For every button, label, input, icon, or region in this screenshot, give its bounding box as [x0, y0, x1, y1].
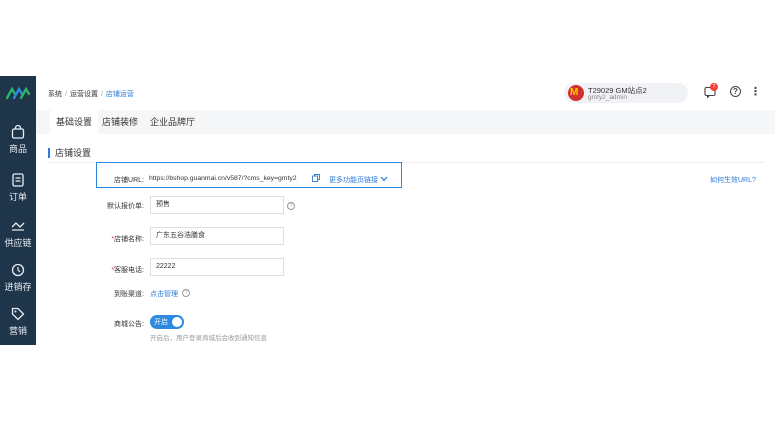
help-button[interactable]: ? — [730, 86, 741, 97]
shop-name-label: *店铺名称: — [111, 236, 144, 243]
sidebar-item-goods[interactable]: 商品 — [0, 124, 36, 160]
more-page-links-label: 更多功能页链接 — [329, 177, 378, 184]
tab-shop-decoration[interactable]: 店铺装修 — [96, 110, 144, 134]
copy-icon[interactable] — [312, 174, 320, 182]
order-icon — [12, 173, 24, 187]
tab-basic-settings[interactable]: 基础设置 — [50, 110, 99, 134]
shop-url-label: 店铺URL: — [114, 177, 144, 184]
section-title: 店铺设置 — [48, 148, 91, 158]
sidebar-item-orders[interactable]: 订单 — [0, 172, 36, 208]
avatar: M — [568, 85, 584, 101]
top-bar: 系统 / 运营设置 / 店铺运营 M T29029 GM站点2 gmty2_admin … — [36, 76, 775, 110]
account-username: gmty2_admin — [588, 94, 628, 101]
question-icon[interactable]: ? — [182, 289, 190, 297]
sidebar-item-label: 营销 — [8, 326, 27, 336]
shopping-bag-icon — [11, 124, 25, 139]
tab-bar: 基础设置 店铺装修 企业品牌厅 — [36, 110, 775, 134]
chevron-down-icon — [380, 176, 388, 182]
marketing-tag-icon — [11, 307, 25, 321]
service-phone-input[interactable]: 22222 — [150, 258, 284, 276]
sidebar-item-supply-chain[interactable]: 供应链 — [0, 218, 36, 254]
how-url-works-link[interactable]: 如何生效URL? — [710, 175, 756, 185]
sidebar-item-marketing[interactable]: 营销 — [0, 306, 36, 342]
announcement-hint: 开启后，用户登录商城后会收到通知信息 — [150, 335, 267, 342]
breadcrumb-item-system[interactable]: 系统 — [48, 91, 62, 98]
sidebar-item-label: 进销存 — [4, 282, 32, 292]
manage-payment-channel-link[interactable]: 点击管理 — [150, 289, 178, 299]
more-menu-button[interactable]: ⋮ — [750, 85, 761, 98]
sidebar-item-label: 商品 — [8, 144, 27, 154]
announcement-label: 商城公告: — [114, 321, 144, 328]
inventory-icon — [11, 263, 25, 277]
announcement-toggle[interactable]: 开启 — [150, 315, 184, 329]
messages-button[interactable]: 7 — [704, 83, 718, 100]
toggle-on-label: 开启 — [154, 319, 168, 326]
breadcrumb-item-operation-settings[interactable]: 运营设置 — [70, 91, 98, 98]
logo-icon — [6, 86, 30, 100]
tab-enterprise-brand-hall[interactable]: 企业品牌厅 — [144, 110, 201, 134]
sidebar-item-inventory[interactable]: 进销存 — [0, 262, 36, 298]
help-icon: ? — [733, 87, 738, 96]
breadcrumb: 系统 / 运营设置 / 店铺运营 — [48, 91, 134, 98]
breadcrumb-item-current: 店铺运营 — [105, 91, 134, 98]
shop-name-input[interactable]: 广东五谷浩膳食 — [150, 227, 284, 245]
supply-chain-icon — [11, 222, 25, 231]
app-window: 商品 订单 供应链 进销存 营销 系统 / 运营设置 / 店铺运营 M T290… — [0, 76, 775, 345]
default-quote-select[interactable]: 预售 — [150, 196, 284, 214]
shop-url-value: https://bshop.guanmai.cn/v587/?cms_key=g… — [149, 175, 297, 182]
account-switcher[interactable]: M T29029 GM站点2 gmty2_admin — [564, 83, 688, 103]
more-page-links-dropdown[interactable]: 更多功能页链接 — [329, 175, 388, 185]
toggle-knob — [172, 317, 182, 327]
message-count-badge: 7 — [710, 83, 718, 91]
payment-channel-label: 到账渠道: — [114, 291, 144, 298]
default-quote-label: 默认报价单: — [107, 203, 144, 210]
sidebar-item-label: 供应链 — [4, 238, 32, 248]
service-phone-label: *客服电话: — [111, 267, 144, 274]
sidebar: 商品 订单 供应链 进销存 营销 — [0, 76, 36, 345]
question-icon[interactable]: ? — [287, 202, 295, 210]
sidebar-item-label: 订单 — [8, 192, 27, 202]
more-vertical-icon: ⋮ — [750, 86, 761, 98]
